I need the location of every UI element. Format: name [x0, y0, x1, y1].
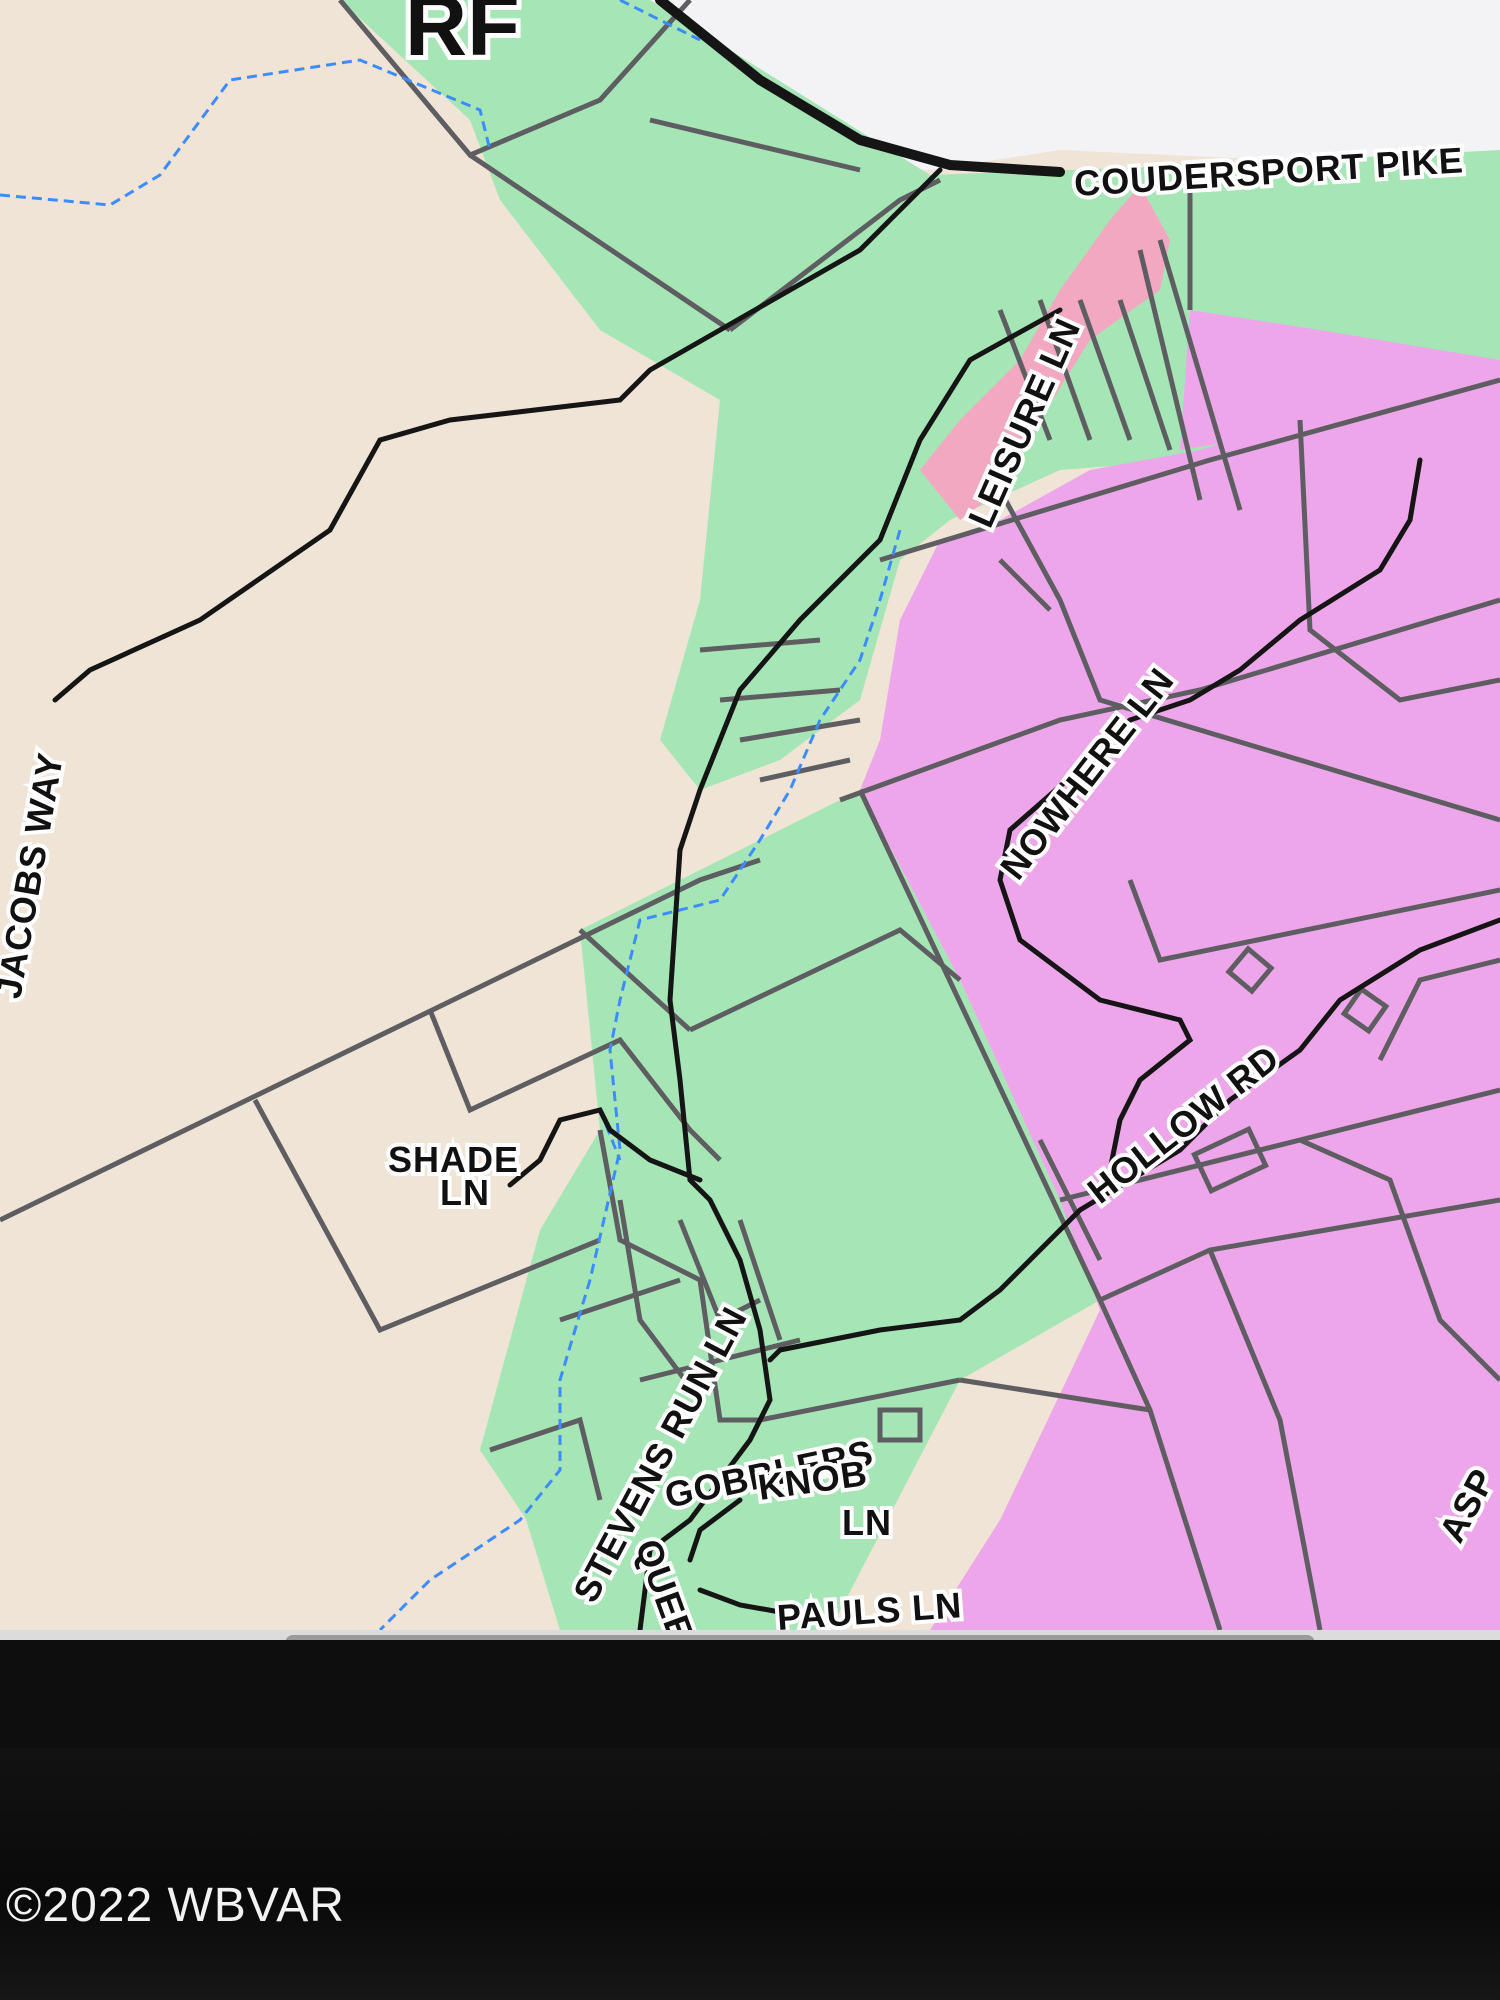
scrollbar-thumb[interactable]: [285, 1635, 1315, 1640]
monitor-screen: RF COUDERSPORT PIKE LEISURE LN JACOBS WA…: [0, 0, 1500, 1640]
horizontal-scrollbar[interactable]: [0, 1630, 1500, 1640]
road-label-gobblers-3: LN: [842, 1502, 892, 1543]
road-label-shade-ln-2: LN: [440, 1172, 490, 1213]
zoning-map: RF COUDERSPORT PIKE LEISURE LN JACOBS WA…: [0, 0, 1500, 1630]
copyright-watermark: ©2022 WBVAR: [6, 1879, 345, 1932]
zone-label-rf: RF: [405, 0, 520, 74]
monitor-bezel: [0, 1748, 1500, 2000]
